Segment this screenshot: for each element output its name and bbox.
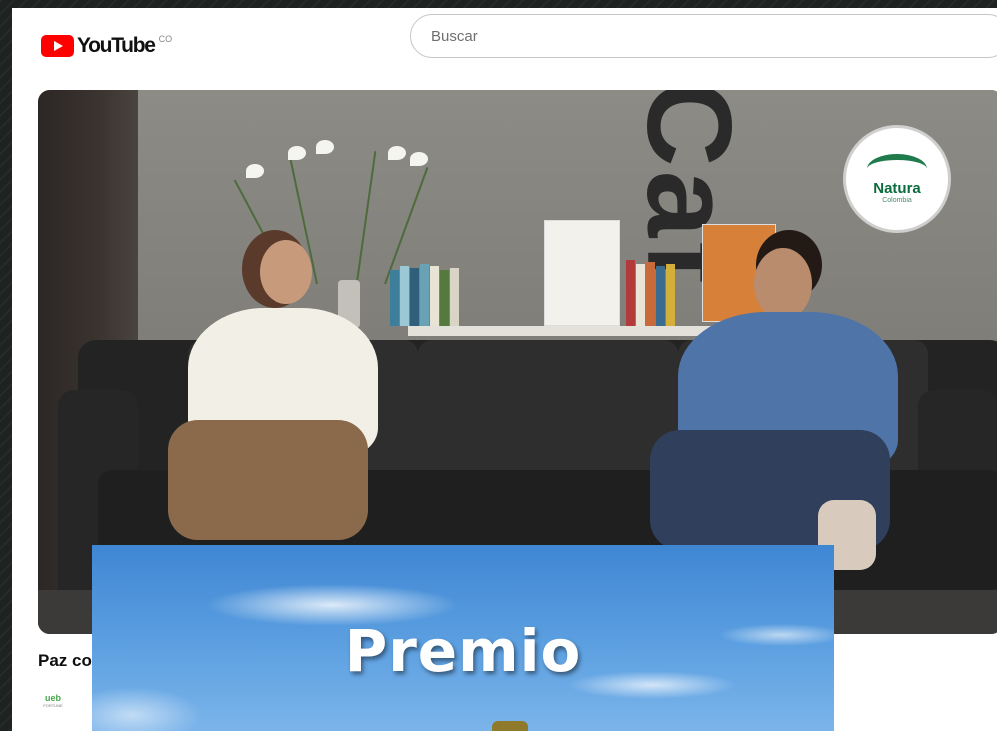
book [636,264,645,326]
book [410,268,419,326]
childrens-book [544,220,620,326]
flower [246,164,264,178]
youtube-logo[interactable]: YouTube CO [41,34,172,58]
man-face [754,248,812,320]
watermark-sub: Colombia [882,197,912,204]
book [666,264,675,326]
logo-wordmark: YouTube [77,34,156,57]
channel-watermark: Natura Colombia [846,128,948,230]
flower [388,146,406,160]
book [390,270,399,326]
flower [410,152,428,166]
promo-image-overlay: Premio [92,545,834,731]
book [400,266,409,326]
sofa-cushion [418,340,678,490]
promo-title: Premio [344,617,582,685]
top-bar: YouTube CO [12,8,997,68]
search-box[interactable] [410,14,997,58]
book [626,260,635,326]
channel-avatar-sub: FORTUNE [43,703,63,708]
promo-object [492,721,528,731]
search-input[interactable] [429,15,973,57]
youtube-play-icon [41,35,74,57]
book [450,268,459,326]
book [646,262,655,326]
book [420,264,429,326]
book [440,270,449,326]
flower [316,140,334,154]
channel-avatar-text: ueb [44,693,61,703]
flower [288,146,306,160]
woman-skirt [168,420,368,540]
country-code: CO [158,34,173,44]
channel-avatar[interactable]: ueb FORTUNE [42,694,64,712]
video-title[interactable]: Paz co [38,651,92,671]
watermark-word: Natura [873,180,921,197]
book [430,266,439,326]
book [656,266,665,326]
woman-face [260,240,312,304]
shelf [408,326,738,336]
